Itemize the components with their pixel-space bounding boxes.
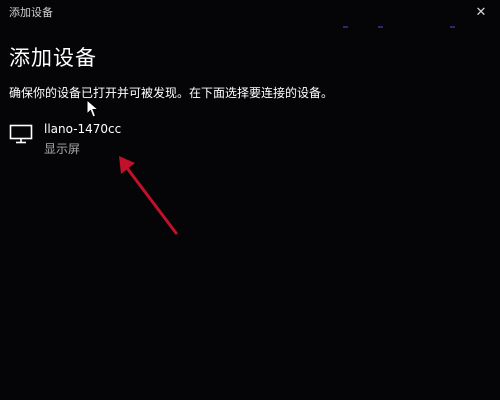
- decorative-dot: [343, 26, 348, 28]
- device-name: llano-1470cc: [44, 122, 122, 136]
- decorative-dot: [378, 26, 383, 28]
- annotation-arrow-icon: [119, 156, 178, 235]
- instructions-text: 确保你的设备已打开并可被发现。在下面选择要连接的设备。: [9, 86, 334, 100]
- monitor-icon: [9, 124, 33, 144]
- add-device-window: 添加设备 ✕ 添加设备 确保你的设备已打开并可被发现。在下面选择要连接的设备。 …: [0, 0, 500, 400]
- decorative-dot: [450, 26, 455, 28]
- title-bar: 添加设备 ✕: [0, 0, 500, 24]
- mouse-cursor-icon: [86, 99, 100, 118]
- device-type: 显示屏: [44, 142, 81, 156]
- close-icon: ✕: [475, 4, 487, 20]
- close-button[interactable]: ✕: [470, 2, 492, 22]
- window-title: 添加设备: [9, 6, 53, 19]
- page-title: 添加设备: [9, 46, 97, 70]
